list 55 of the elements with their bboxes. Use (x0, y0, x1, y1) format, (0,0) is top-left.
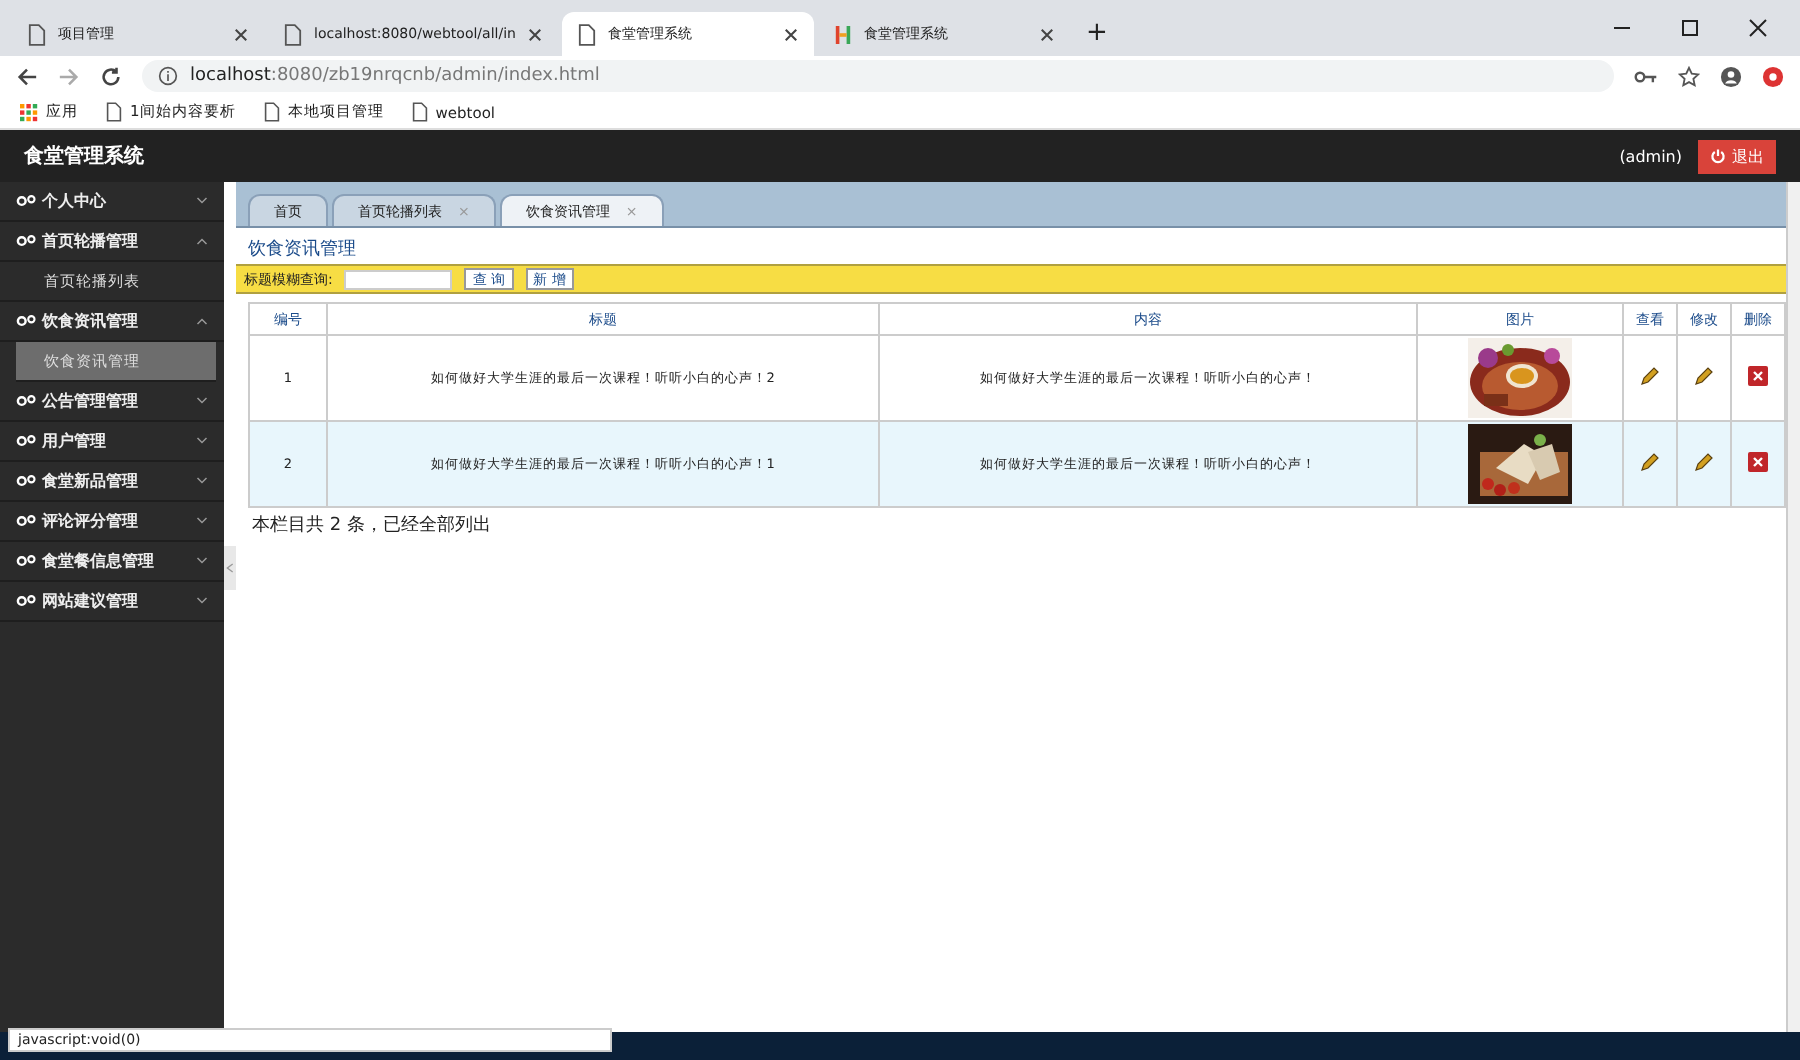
close-icon[interactable] (783, 27, 798, 41)
pencil-icon[interactable] (1640, 366, 1660, 386)
profile-icon[interactable] (1720, 65, 1742, 87)
search-field[interactable] (344, 269, 453, 289)
menu-icon[interactable] (1762, 65, 1784, 87)
page-icon (411, 102, 428, 122)
pencil-icon[interactable] (1640, 452, 1660, 472)
sidebar-item[interactable]: 首页轮播管理 (0, 222, 224, 262)
new-tab-button[interactable]: + (1073, 18, 1120, 56)
page-heading: 饮食资讯管理 (246, 237, 358, 264)
chevron-icon (196, 396, 208, 406)
close-icon[interactable] (1748, 18, 1768, 38)
sidebar-item[interactable]: 公告管理管理 (0, 382, 224, 422)
chevron-icon (196, 556, 208, 566)
page-icon (106, 102, 122, 122)
sidebar-item[interactable]: 个人中心 (0, 182, 224, 222)
sidebar-item[interactable]: 用户管理 (0, 422, 224, 462)
page-icon (28, 23, 46, 45)
delete-icon[interactable] (1748, 366, 1768, 386)
pencil-icon[interactable] (1694, 366, 1714, 386)
logout-button[interactable]: 退出 (1698, 139, 1776, 173)
chevron-icon (226, 561, 234, 573)
page-icon (284, 23, 302, 45)
info-icon (158, 66, 178, 86)
close-icon[interactable] (527, 27, 542, 41)
close-icon[interactable] (234, 27, 248, 41)
power-icon (1710, 148, 1726, 164)
chevron-icon (196, 436, 208, 446)
pencil-icon[interactable] (1694, 452, 1714, 472)
back-icon[interactable] (16, 65, 38, 87)
star-icon[interactable] (1678, 65, 1700, 87)
sidebar-item[interactable]: 网站建议管理 (0, 582, 224, 622)
reload-icon[interactable] (100, 65, 122, 87)
record-count: 本栏目共 2 条，已经全部列出 (250, 513, 493, 540)
chevron-icon (196, 476, 208, 486)
scrollbar[interactable] (1786, 182, 1800, 1032)
page-icon (263, 102, 280, 122)
delete-icon[interactable] (1748, 452, 1768, 472)
chevron-icon (196, 516, 208, 526)
page-icon (577, 23, 596, 45)
chevron-icon (196, 196, 208, 206)
close-icon[interactable] (1039, 27, 1054, 41)
chevron-icon (196, 236, 208, 246)
key-icon[interactable] (1634, 67, 1658, 85)
user-name: (admin) (1619, 147, 1682, 165)
collapse-handle[interactable] (224, 545, 236, 589)
maximize-icon[interactable] (1680, 18, 1700, 38)
chevron-icon (196, 596, 208, 606)
chevron-icon (196, 316, 208, 326)
sidebar-item[interactable]: 食堂新品管理 (0, 462, 224, 502)
app-title: 食堂管理系统 (24, 143, 144, 170)
site-icon (833, 23, 852, 45)
address-bar[interactable]: localhost:8080/zb19nrqcnb/admin/index.html (142, 60, 1614, 92)
sidebar-item[interactable]: 评论评分管理 (0, 502, 224, 542)
apps-icon (20, 103, 38, 121)
